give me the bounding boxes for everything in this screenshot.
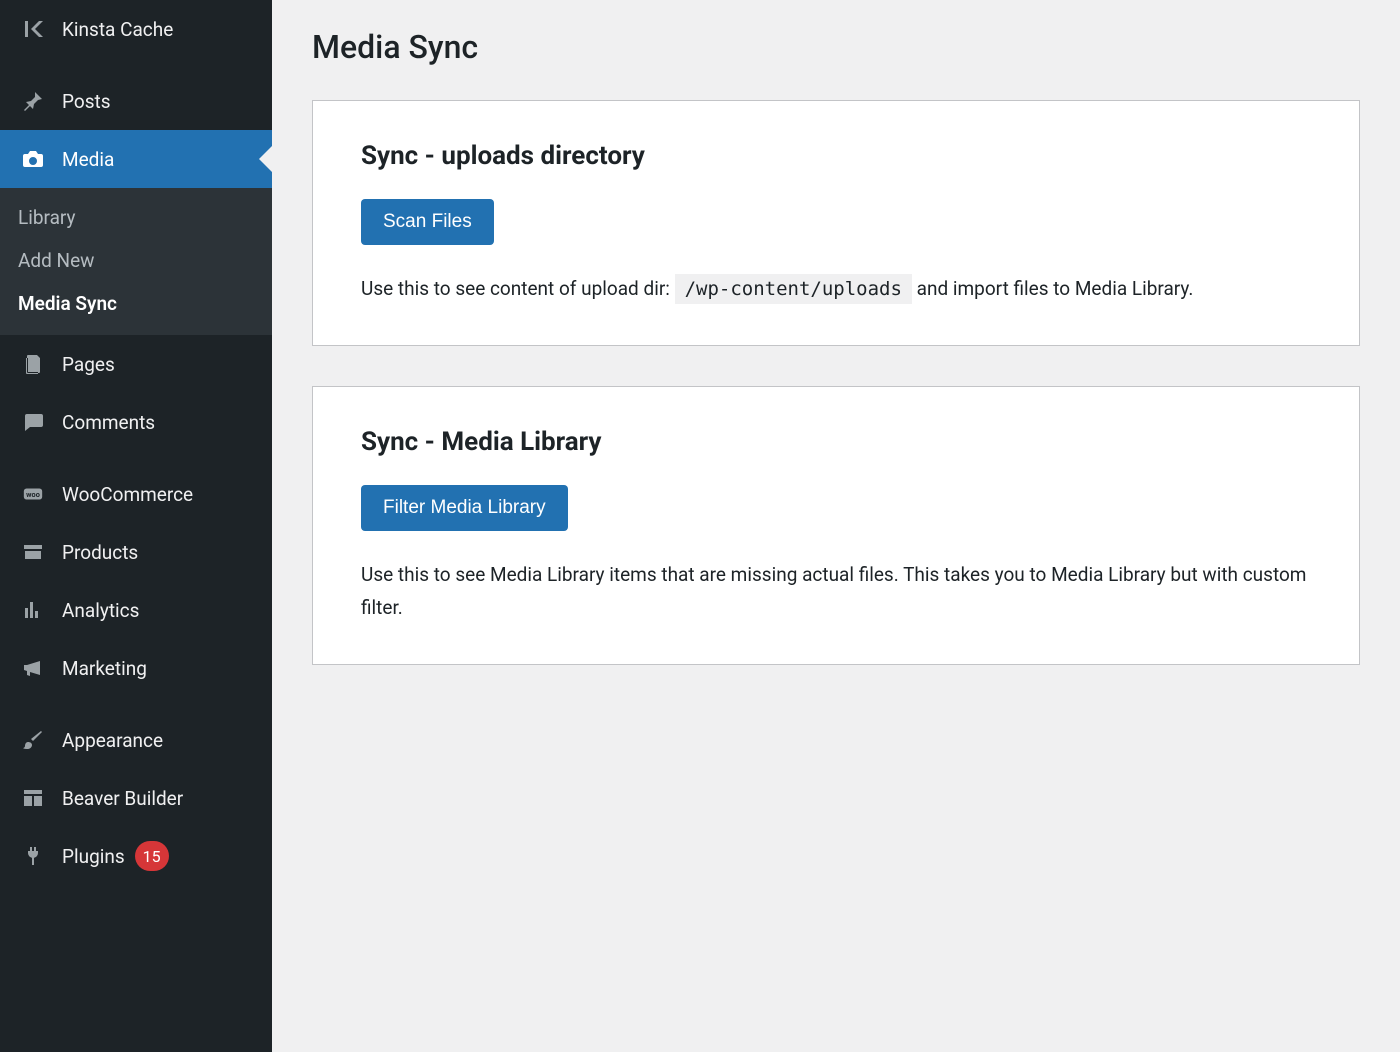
nav-label: Plugins [62, 845, 125, 868]
nav-label: Pages [62, 353, 115, 376]
sidebar-item-plugins[interactable]: Plugins 15 [0, 827, 272, 885]
sidebar-item-media[interactable]: Media [0, 130, 272, 188]
admin-sidebar: Kinsta Cache Posts Media Library Add New… [0, 0, 272, 1052]
pages-icon [18, 349, 48, 379]
nav-label: Beaver Builder [62, 787, 183, 810]
pin-icon [18, 86, 48, 116]
sidebar-item-products[interactable]: Products [0, 523, 272, 581]
card-heading: Sync - Media Library [361, 427, 1311, 457]
sidebar-item-beaver-builder[interactable]: Beaver Builder [0, 769, 272, 827]
sidebar-item-marketing[interactable]: Marketing [0, 639, 272, 697]
nav-label: Media [62, 148, 114, 171]
chart-icon [18, 595, 48, 625]
card-description: Use this to see content of upload dir: /… [361, 273, 1311, 305]
svg-text:woo: woo [26, 490, 40, 499]
nav-label: Comments [62, 411, 155, 434]
sidebar-item-posts[interactable]: Posts [0, 72, 272, 130]
plug-icon [18, 841, 48, 871]
page-title: Media Sync [312, 28, 1360, 66]
nav-label: Posts [62, 90, 111, 113]
card-description: Use this to see Media Library items that… [361, 559, 1311, 624]
filter-media-library-button[interactable]: Filter Media Library [361, 485, 568, 531]
nav-label: Kinsta Cache [62, 18, 173, 41]
sidebar-item-comments[interactable]: Comments [0, 393, 272, 451]
nav-label: Analytics [62, 599, 139, 622]
submenu-add-new[interactable]: Add New [0, 239, 272, 282]
woocommerce-icon: woo [18, 479, 48, 509]
scan-files-button[interactable]: Scan Files [361, 199, 494, 245]
plugins-update-badge: 15 [135, 841, 169, 871]
brush-icon [18, 725, 48, 755]
archive-icon [18, 537, 48, 567]
sidebar-item-pages[interactable]: Pages [0, 335, 272, 393]
sidebar-item-kinsta-cache[interactable]: Kinsta Cache [0, 0, 272, 58]
card-heading: Sync - uploads directory [361, 141, 1311, 171]
sidebar-item-appearance[interactable]: Appearance [0, 711, 272, 769]
media-submenu: Library Add New Media Sync [0, 188, 272, 335]
submenu-library[interactable]: Library [0, 196, 272, 239]
nav-label: Marketing [62, 657, 147, 680]
nav-label: WooCommerce [62, 483, 193, 506]
camera-icon [18, 144, 48, 174]
layout-icon [18, 783, 48, 813]
nav-label: Products [62, 541, 138, 564]
nav-label: Appearance [62, 729, 163, 752]
upload-path-code: /wp-content/uploads [675, 274, 912, 304]
kinsta-icon [18, 14, 48, 44]
sync-media-library-card: Sync - Media Library Filter Media Librar… [312, 386, 1360, 665]
submenu-media-sync[interactable]: Media Sync [0, 282, 272, 325]
main-content: Media Sync Sync - uploads directory Scan… [272, 0, 1400, 1052]
sidebar-item-woocommerce[interactable]: woo WooCommerce [0, 465, 272, 523]
sync-uploads-card: Sync - uploads directory Scan Files Use … [312, 100, 1360, 346]
megaphone-icon [18, 653, 48, 683]
comment-icon [18, 407, 48, 437]
sidebar-item-analytics[interactable]: Analytics [0, 581, 272, 639]
